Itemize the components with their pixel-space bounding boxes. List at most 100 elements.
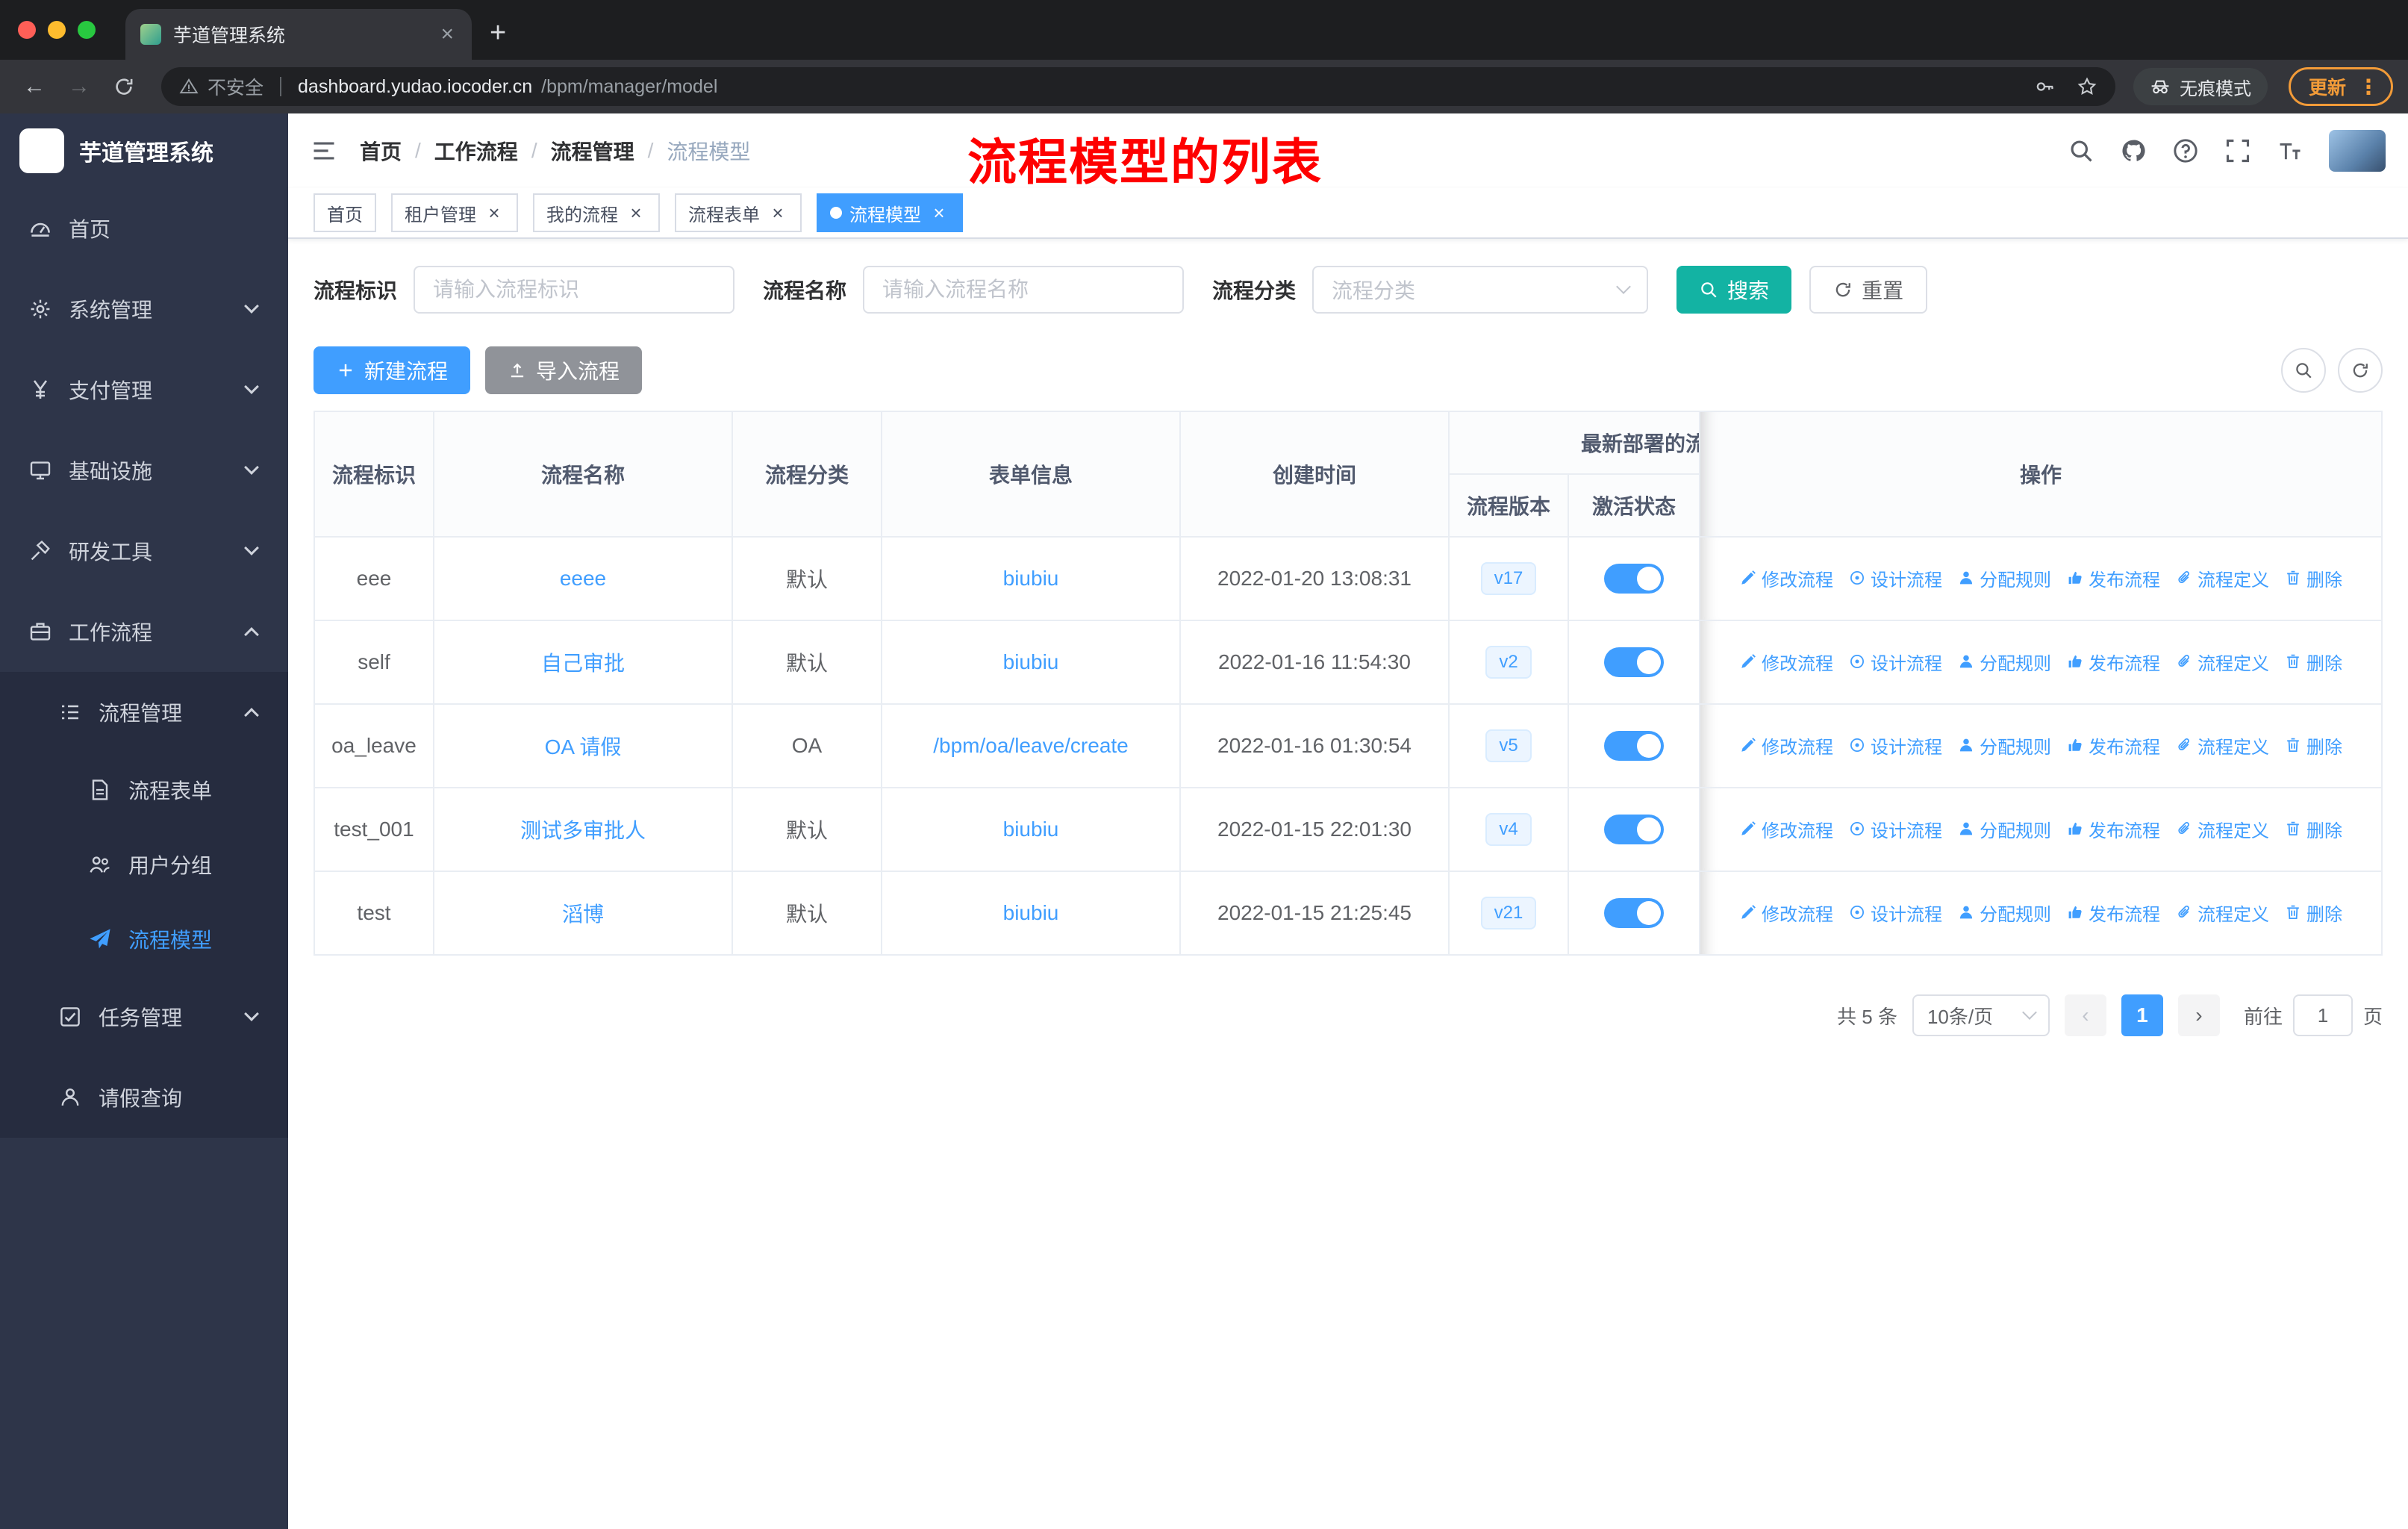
- tag-process-form[interactable]: 流程表单 ×: [675, 193, 802, 232]
- row-action-design[interactable]: 设计流程: [1848, 732, 1942, 759]
- tag-tenant-management[interactable]: 租户管理 ×: [391, 193, 518, 232]
- row-action-delete[interactable]: 删除: [2284, 565, 2342, 591]
- row-action-assign-rule[interactable]: 分配规则: [1957, 565, 2051, 591]
- show-search-button[interactable]: [2281, 348, 2326, 393]
- sidebar-item-home[interactable]: 首页: [0, 188, 288, 269]
- close-window-button[interactable]: [18, 21, 36, 39]
- form-info-link[interactable]: /bpm/oa/leave/create: [933, 734, 1129, 757]
- form-info-link[interactable]: biubiu: [1003, 567, 1059, 590]
- prev-page-button[interactable]: ‹: [2064, 994, 2106, 1036]
- active-toggle[interactable]: [1604, 898, 1664, 928]
- sidebar-item-workflow[interactable]: 工作流程: [0, 591, 288, 672]
- import-process-button[interactable]: 导入流程: [485, 346, 643, 394]
- active-toggle[interactable]: [1604, 815, 1664, 844]
- forward-button[interactable]: →: [60, 67, 99, 106]
- sidebar-item-devtools[interactable]: 研发工具: [0, 511, 288, 591]
- fullscreen-icon[interactable]: [2224, 137, 2251, 164]
- reset-button[interactable]: 重置: [1809, 266, 1928, 314]
- process-name-link[interactable]: OA 请假: [545, 735, 622, 759]
- page-size-select[interactable]: 10条/页: [1912, 994, 2050, 1036]
- row-action-delete[interactable]: 删除: [2284, 732, 2342, 759]
- close-icon[interactable]: ×: [626, 202, 646, 223]
- sidebar-item-process-model[interactable]: 流程模型: [0, 902, 288, 977]
- category-select[interactable]: 流程分类: [1312, 266, 1649, 314]
- next-page-button[interactable]: ›: [2177, 994, 2220, 1036]
- process-key-input[interactable]: [414, 266, 735, 314]
- tag-process-model[interactable]: 流程模型 ×: [817, 193, 963, 232]
- process-name-link[interactable]: 自己审批: [541, 652, 625, 675]
- hamburger-icon[interactable]: [311, 137, 337, 164]
- row-action-definition[interactable]: 流程定义: [2175, 565, 2269, 591]
- search-icon[interactable]: [2068, 137, 2094, 164]
- form-info-link[interactable]: biubiu: [1003, 901, 1059, 924]
- active-toggle[interactable]: [1604, 564, 1664, 594]
- row-action-edit[interactable]: 修改流程: [1739, 732, 1833, 759]
- row-action-publish[interactable]: 发布流程: [2066, 649, 2160, 675]
- breadcrumb-item-home[interactable]: 首页: [360, 136, 402, 166]
- sidebar-item-system[interactable]: 系统管理: [0, 269, 288, 349]
- row-action-design[interactable]: 设计流程: [1848, 816, 1942, 842]
- bookmark-star-icon[interactable]: [2077, 76, 2097, 97]
- close-icon[interactable]: ×: [484, 202, 505, 223]
- create-process-button[interactable]: 新建流程: [314, 346, 471, 394]
- address-bar[interactable]: 不安全 dashboard.yudao.iocoder.cn/bpm/manag…: [161, 67, 2115, 106]
- row-action-publish[interactable]: 发布流程: [2066, 565, 2160, 591]
- sidebar-item-payment[interactable]: 支付管理: [0, 349, 288, 430]
- menu-dots-icon[interactable]: ⋮: [2354, 75, 2383, 99]
- breadcrumb-item-workflow[interactable]: 工作流程: [434, 136, 518, 166]
- row-action-definition[interactable]: 流程定义: [2175, 649, 2269, 675]
- breadcrumb-item-process-management[interactable]: 流程管理: [551, 136, 634, 166]
- sidebar-item-process-form[interactable]: 流程表单: [0, 753, 288, 827]
- refresh-table-button[interactable]: [2338, 348, 2383, 393]
- new-tab-button[interactable]: +: [490, 17, 506, 49]
- app-logo[interactable]: 芋道管理系统: [0, 113, 288, 188]
- browser-tab[interactable]: 芋道管理系统 ×: [125, 9, 472, 60]
- row-action-definition[interactable]: 流程定义: [2175, 732, 2269, 759]
- process-name-link[interactable]: eeee: [560, 567, 606, 590]
- page-number-button[interactable]: 1: [2121, 994, 2163, 1036]
- row-action-assign-rule[interactable]: 分配规则: [1957, 649, 2051, 675]
- back-button[interactable]: ←: [15, 67, 54, 106]
- sidebar-item-leave-query[interactable]: 请假查询: [0, 1057, 288, 1138]
- row-action-definition[interactable]: 流程定义: [2175, 900, 2269, 926]
- row-action-edit[interactable]: 修改流程: [1739, 649, 1833, 675]
- active-toggle[interactable]: [1604, 647, 1664, 677]
- sidebar-item-process-management[interactable]: 流程管理: [0, 672, 288, 753]
- key-icon[interactable]: [2035, 76, 2056, 97]
- row-action-delete[interactable]: 删除: [2284, 816, 2342, 842]
- github-icon[interactable]: [2120, 137, 2147, 164]
- process-name-link[interactable]: 测试多审批人: [520, 819, 646, 842]
- row-action-design[interactable]: 设计流程: [1848, 900, 1942, 926]
- form-info-link[interactable]: biubiu: [1003, 650, 1059, 673]
- tag-home[interactable]: 首页: [314, 193, 376, 232]
- row-action-definition[interactable]: 流程定义: [2175, 816, 2269, 842]
- row-action-design[interactable]: 设计流程: [1848, 565, 1942, 591]
- row-action-delete[interactable]: 删除: [2284, 900, 2342, 926]
- help-icon[interactable]: [2172, 137, 2199, 164]
- row-action-assign-rule[interactable]: 分配规则: [1957, 900, 2051, 926]
- user-avatar[interactable]: [2329, 130, 2386, 172]
- close-icon[interactable]: ×: [767, 202, 788, 223]
- zoom-window-button[interactable]: [78, 21, 96, 39]
- close-icon[interactable]: ×: [929, 202, 949, 223]
- search-button[interactable]: 搜索: [1676, 266, 1792, 314]
- goto-page-input[interactable]: [2292, 994, 2353, 1036]
- form-info-link[interactable]: biubiu: [1003, 818, 1059, 841]
- reload-button[interactable]: [105, 67, 143, 106]
- process-name-link[interactable]: 滔博: [562, 903, 604, 926]
- row-action-edit[interactable]: 修改流程: [1739, 565, 1833, 591]
- row-action-design[interactable]: 设计流程: [1848, 649, 1942, 675]
- row-action-assign-rule[interactable]: 分配规则: [1957, 816, 2051, 842]
- tab-close-icon[interactable]: ×: [437, 22, 457, 47]
- row-action-publish[interactable]: 发布流程: [2066, 732, 2160, 759]
- minimize-window-button[interactable]: [48, 21, 66, 39]
- tag-my-process[interactable]: 我的流程 ×: [533, 193, 660, 232]
- sidebar-item-user-group[interactable]: 用户分组: [0, 827, 288, 902]
- sidebar-item-task-management[interactable]: 任务管理: [0, 977, 288, 1057]
- row-action-assign-rule[interactable]: 分配规则: [1957, 732, 2051, 759]
- active-toggle[interactable]: [1604, 731, 1664, 761]
- row-action-publish[interactable]: 发布流程: [2066, 816, 2160, 842]
- row-action-edit[interactable]: 修改流程: [1739, 900, 1833, 926]
- sidebar-item-infrastructure[interactable]: 基础设施: [0, 430, 288, 511]
- font-size-icon[interactable]: [2277, 137, 2303, 164]
